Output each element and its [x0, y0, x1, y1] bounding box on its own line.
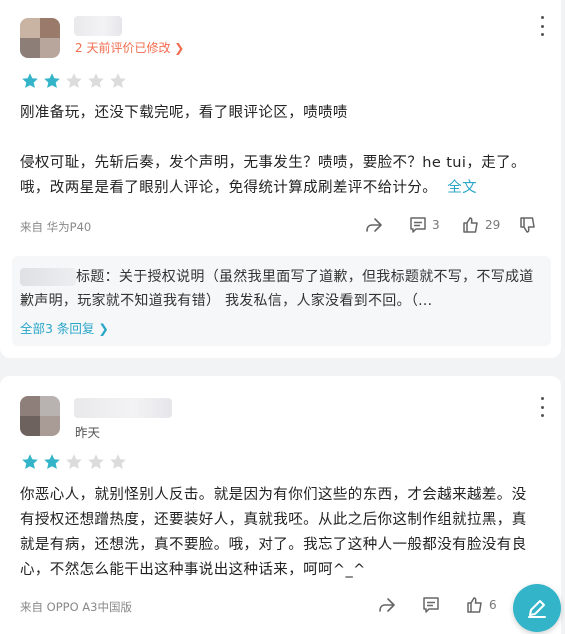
edit-icon	[528, 600, 546, 618]
share-icon	[366, 218, 382, 232]
share-icon	[379, 598, 395, 612]
reply-text: 标题：关于授权说明（虽然我里面写了道歉，但我标题就不写，不写成道歉声明，玩家就不…	[20, 269, 534, 309]
more-options-icon[interactable]	[536, 397, 548, 417]
username[interactable]	[74, 16, 122, 36]
review-body: 刚准备玩，还没下载完呢，看了眼评论区，啧啧啧 侵权可耻，先斩后奏，发个声明，无事…	[20, 101, 543, 201]
star-empty-icon	[88, 73, 104, 88]
rating-stars	[21, 72, 127, 90]
like-button[interactable]: 29	[461, 215, 500, 235]
like-count: 6	[489, 598, 497, 612]
like-button[interactable]: 6	[465, 595, 497, 615]
avatar[interactable]	[20, 18, 60, 58]
star-filled-icon	[22, 454, 38, 469]
thumbs-down-icon	[520, 217, 535, 233]
write-review-button[interactable]	[513, 584, 561, 632]
star-empty-icon	[110, 73, 126, 88]
thumbs-up-icon	[467, 597, 482, 613]
star-filled-icon	[44, 73, 60, 88]
full-text-link[interactable]: 全文	[447, 180, 477, 196]
all-replies-link[interactable]: 全部3 条回复 ❯	[20, 318, 109, 337]
share-button[interactable]	[377, 595, 397, 615]
edit-time-link[interactable]: 2 天前评价已修改 ❯	[75, 39, 184, 56]
star-filled-icon	[22, 73, 38, 88]
device-label: 来自 华为P40	[20, 220, 92, 234]
reply-preview[interactable]: 标题：关于授权说明（虽然我里面写了道歉，但我标题就不写，不写成道歉声明，玩家就不…	[12, 256, 551, 346]
review-body: 你恶心人，就别怪别人反击。就是因为有你们这些的东西，才会越来越差。没有授权还想蹭…	[20, 487, 527, 578]
reply-count: 3	[432, 218, 440, 232]
device-label: 来自 OPPO A3中国版	[20, 600, 132, 614]
dislike-button[interactable]	[518, 215, 538, 235]
username[interactable]	[74, 398, 172, 418]
star-empty-icon	[88, 454, 104, 469]
star-empty-icon	[66, 73, 82, 88]
comment-icon	[410, 217, 426, 233]
reply-button[interactable]: 3	[408, 215, 440, 235]
like-count: 29	[485, 218, 501, 232]
review-date: 昨天	[75, 425, 101, 440]
star-empty-icon	[110, 454, 126, 469]
share-button[interactable]	[364, 215, 384, 235]
star-empty-icon	[66, 454, 82, 469]
review-body-line-1: 刚准备玩，还没下载完呢，看了眼评论区，啧啧啧	[20, 105, 348, 121]
thumbs-up-icon	[463, 217, 478, 233]
comment-icon	[423, 597, 439, 613]
more-options-icon[interactable]	[536, 16, 548, 36]
star-filled-icon	[44, 454, 60, 469]
rating-stars	[21, 453, 127, 471]
reply-button[interactable]	[421, 595, 445, 615]
review-card-1: 2 天前评价已修改 ❯ 刚准备玩，还没下载完呢，看了眼评论区，啧啧啧 侵权可耻，…	[0, 0, 561, 358]
avatar[interactable]	[20, 396, 60, 436]
review-card-2: 昨天 你恶心人，就别怪别人反击。就是因为有你们这些的东西，才会越来越差。没有授权…	[0, 376, 561, 634]
